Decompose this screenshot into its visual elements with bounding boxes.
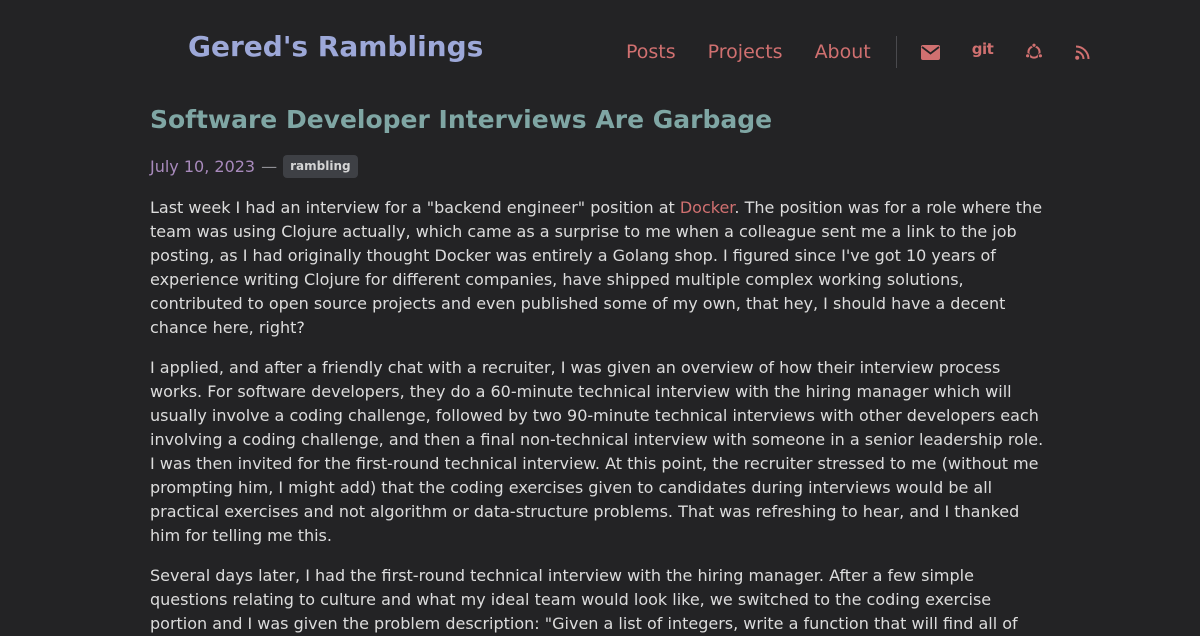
post-date: July 10, 2023 <box>150 156 256 176</box>
main-nav: Posts Projects About git <box>626 36 1122 68</box>
paragraph-3: Several days later, I had the first-roun… <box>150 566 1018 633</box>
post-meta: July 10, 2023 — rambling <box>150 153 1052 179</box>
paragraph-1: Last week I had an interview for a "back… <box>150 196 1052 340</box>
rss-icon[interactable] <box>1075 45 1090 60</box>
paragraph-1-text-start: Last week I had an interview for a "back… <box>150 198 680 217</box>
social-icons: git <box>920 40 1123 61</box>
tag-badge[interactable]: rambling <box>283 154 358 178</box>
envelope-icon[interactable] <box>920 44 940 60</box>
post-title[interactable]: Software Developer Interviews Are Garbag… <box>150 104 1052 136</box>
nav-projects-link[interactable]: Projects <box>708 41 783 63</box>
paragraph-1-text-end: . The position was for a role where the … <box>150 198 1043 337</box>
git-icon[interactable]: git <box>972 40 994 58</box>
blog-post: Software Developer Interviews Are Garbag… <box>150 104 1052 636</box>
nav-divider <box>895 36 897 68</box>
site-header: Gered's Ramblings Posts Projects About g… <box>0 0 1200 100</box>
meta-separator: — <box>261 156 278 176</box>
site-title-link[interactable]: Gered's Ramblings <box>188 30 483 63</box>
paragraph-2: I applied, and after a friendly chat wit… <box>150 358 1044 545</box>
nav-about-link[interactable]: About <box>815 41 871 63</box>
docker-link[interactable]: Docker <box>680 198 735 217</box>
nav-posts-link[interactable]: Posts <box>626 41 676 63</box>
ubuntu-icon[interactable] <box>1025 43 1044 61</box>
